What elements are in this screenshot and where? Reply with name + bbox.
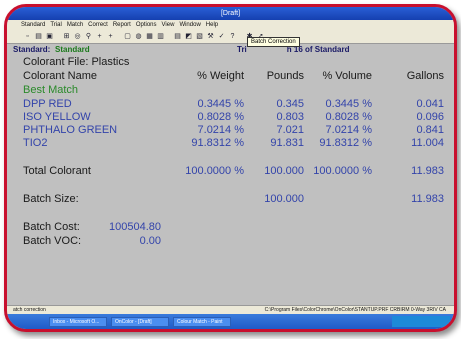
- total-weight: 100.0000 %: [185, 165, 244, 177]
- batch-size-pounds: 100.000: [264, 193, 304, 205]
- total-pounds: 100.000: [264, 165, 304, 177]
- toolbar: ▫ ▤ ▣ ⊞ ◎ ⚲ + + ▢ ◍ ▦ ▥ ▤ ◩ ▧ ⚒ ✓ ? ✱ ➚: [7, 30, 454, 44]
- batch-size-label: Batch Size:: [23, 193, 79, 205]
- row-volume: 91.8312 %: [319, 137, 372, 149]
- menu-help[interactable]: Help: [206, 20, 218, 30]
- row-weight: 7.0214 %: [197, 124, 244, 136]
- trial-info-prefix: Tri: [237, 45, 247, 54]
- taskbar-item[interactable]: Inbox - Microsoft O...: [49, 316, 107, 327]
- help-icon[interactable]: ?: [228, 32, 237, 41]
- total-volume: 100.0000 %: [313, 165, 372, 177]
- standard-label: Standard:: [13, 45, 51, 54]
- row-gallons: 0.041: [416, 98, 444, 110]
- batch-voc-label: Batch VOC:: [23, 235, 82, 247]
- total-gallons: 11.983: [411, 165, 444, 177]
- row-name: TIO2: [23, 137, 48, 149]
- taskbar-item[interactable]: Colour Match - Paint: [173, 316, 231, 327]
- row-weight: 0.8028 %: [197, 111, 244, 123]
- best-match-label: Best Match: [23, 84, 79, 96]
- taskbar-item[interactable]: OnColor - [Draft]: [111, 316, 169, 327]
- batch-voc-value: 0.00: [139, 235, 161, 247]
- header-gallons: Gallons: [406, 70, 444, 82]
- taskbar: Inbox - Microsoft O... OnColor - [Draft]…: [7, 314, 454, 329]
- row-volume: 7.0214 %: [325, 124, 372, 136]
- batch-cost-label: Batch Cost:: [23, 221, 80, 233]
- chart-icon[interactable]: ▧: [195, 32, 204, 41]
- header-volume: % Volume: [322, 70, 372, 82]
- row-name: ISO YELLOW: [23, 111, 91, 123]
- header-weight: % Weight: [197, 70, 244, 82]
- row-gallons: 11.004: [411, 137, 444, 149]
- menu-options[interactable]: Options: [136, 20, 157, 30]
- window-title: [Draft]: [220, 10, 241, 17]
- row-weight: 0.3445 %: [197, 98, 244, 110]
- header-colorant-name: Colorant Name: [23, 70, 97, 82]
- row-name: DPP RED: [23, 98, 72, 110]
- table-icon[interactable]: ▤: [173, 32, 182, 41]
- grid-icon[interactable]: ▦: [145, 32, 154, 41]
- menu-trial[interactable]: Trial: [50, 20, 61, 30]
- row-gallons: 0.096: [416, 111, 444, 123]
- row-weight: 91.8312 %: [191, 137, 244, 149]
- add-icon[interactable]: +: [106, 32, 115, 41]
- row-volume: 0.8028 %: [325, 111, 372, 123]
- row-pounds: 0.803: [276, 111, 304, 123]
- row-name: PHTHALO GREEN: [23, 124, 118, 136]
- delete-icon[interactable]: ▢: [123, 32, 132, 41]
- standard-row: Standard: Standard Tri h 16 of Standard: [13, 45, 448, 56]
- status-bar: atch correction C:\Program Files\ColorCh…: [7, 305, 454, 314]
- row-gallons: 0.841: [416, 124, 444, 136]
- graph-icon[interactable]: ◩: [184, 32, 193, 41]
- menu-correct[interactable]: Correct: [88, 20, 108, 30]
- tools-icon[interactable]: ⚒: [206, 32, 215, 41]
- menu-report[interactable]: Report: [113, 20, 131, 30]
- row-pounds: 91.831: [270, 137, 304, 149]
- standard-value: Standard: [55, 45, 90, 54]
- toolbar-tooltip: Batch Correction: [247, 37, 300, 47]
- print-icon[interactable]: ⊞: [62, 32, 71, 41]
- measure-icon[interactable]: ◎: [73, 32, 82, 41]
- title-bar[interactable]: [Draft]: [7, 7, 454, 20]
- row-pounds: 0.345: [276, 98, 304, 110]
- new-icon[interactable]: ▫: [23, 32, 32, 41]
- menu-window[interactable]: Window: [179, 20, 200, 30]
- colorant-file: Colorant File: Plastics: [23, 56, 130, 68]
- batch-cost-value: 100504.80: [109, 221, 161, 233]
- menu-view[interactable]: View: [162, 20, 175, 30]
- header-pounds: Pounds: [266, 70, 304, 82]
- list-icon[interactable]: ▥: [156, 32, 165, 41]
- add-icon[interactable]: +: [95, 32, 104, 41]
- menu-bar: Standard Trial Match Correct Report Opti…: [7, 20, 454, 30]
- menu-standard[interactable]: Standard: [21, 20, 45, 30]
- total-colorant-label: Total Colorant: [23, 165, 91, 177]
- row-pounds: 7.021: [276, 124, 304, 136]
- system-tray[interactable]: [392, 316, 450, 327]
- save-icon[interactable]: ▣: [45, 32, 54, 41]
- chart-icon[interactable]: ◍: [134, 32, 143, 41]
- search-icon[interactable]: ⚲: [84, 32, 93, 41]
- check-icon[interactable]: ✓: [217, 32, 226, 41]
- row-volume: 0.3445 %: [325, 98, 372, 110]
- menu-match[interactable]: Match: [67, 20, 83, 30]
- open-icon[interactable]: ▤: [34, 32, 43, 41]
- batch-size-gallons: 11.983: [411, 193, 444, 205]
- app-window: [Draft] Standard Trial Match Correct Rep…: [4, 4, 457, 332]
